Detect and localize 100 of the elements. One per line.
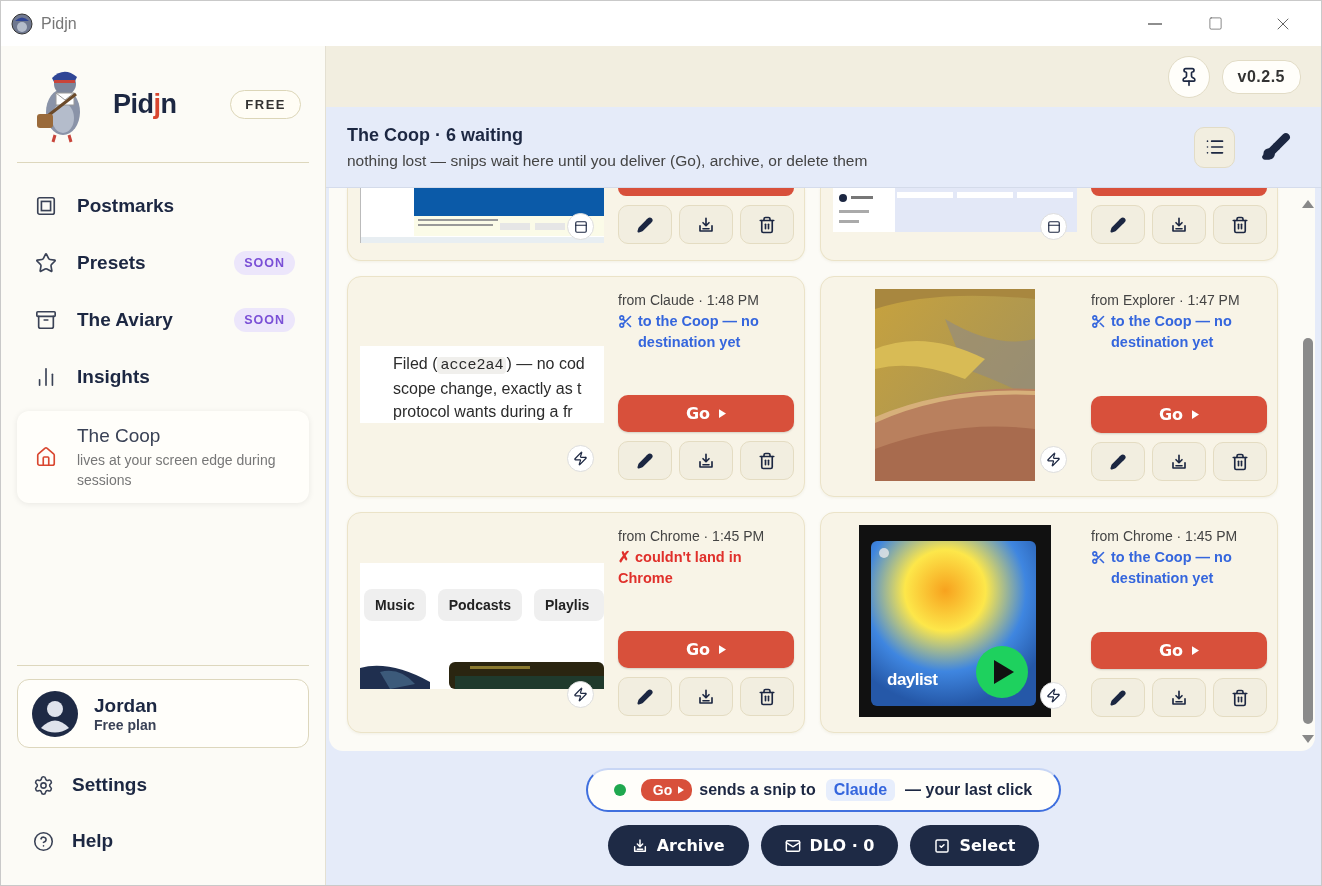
- delete-button[interactable]: [1213, 678, 1267, 717]
- play-icon: [719, 409, 727, 418]
- quick-send-button[interactable]: [567, 445, 594, 472]
- edit-button[interactable]: [1091, 678, 1145, 717]
- download-icon: [697, 451, 715, 470]
- go-badge: Go: [640, 779, 693, 801]
- download-button[interactable]: [679, 205, 733, 244]
- snip-source: from Chrome · 1:45 PM: [1091, 528, 1239, 544]
- nav-description: lives at your screen edge during sessions: [77, 450, 277, 490]
- edit-button[interactable]: [1091, 442, 1145, 481]
- status-dot: [613, 784, 626, 796]
- edit-button[interactable]: [618, 677, 672, 716]
- pencil-icon: [637, 216, 653, 233]
- lightning-icon: [573, 451, 588, 466]
- snip-source: from Claude · 1:48 PM: [618, 292, 760, 308]
- download-button[interactable]: [1152, 678, 1206, 717]
- soon-badge: SOON: [234, 250, 295, 275]
- scrollbar-thumb[interactable]: [1303, 338, 1313, 724]
- status-text: to the Coop — no destination yet: [638, 312, 760, 352]
- scissors-icon: [1091, 314, 1106, 329]
- frame-icon: [35, 194, 57, 217]
- house-icon: [35, 446, 57, 468]
- hint-text: sends a snip to: [699, 781, 816, 799]
- help-icon: [33, 830, 54, 852]
- delete-button[interactable]: [740, 441, 794, 480]
- nav-label: Postmarks: [77, 194, 176, 217]
- user-card[interactable]: Jordan Free plan: [17, 679, 309, 748]
- download-button[interactable]: [679, 677, 733, 716]
- status-text: ✗ couldn't land in Chrome: [618, 549, 742, 586]
- status-text: to the Coop — no destination yet: [1111, 312, 1233, 352]
- list-view-button[interactable]: [1194, 126, 1235, 168]
- pencil-icon: [1110, 453, 1126, 470]
- status-text: to the Coop — no destination yet: [1111, 548, 1233, 588]
- download-icon: [1170, 452, 1188, 471]
- trash-icon: [1231, 452, 1249, 471]
- go-button[interactable]: Go: [1091, 396, 1267, 433]
- category-chip: Podcasts: [437, 588, 522, 621]
- nav-item[interactable]: Insights: [17, 348, 309, 405]
- star-icon: [35, 251, 57, 274]
- go-button[interactable]: Go: [618, 395, 794, 432]
- delete-button[interactable]: [1213, 205, 1267, 244]
- nav-item[interactable]: The Aviary SOON: [17, 291, 309, 348]
- edit-button[interactable]: [618, 441, 672, 480]
- minimize-icon: [1148, 22, 1162, 25]
- nav-item[interactable]: Settings: [17, 757, 309, 813]
- download-icon: [697, 687, 715, 706]
- target-chip: Claude: [825, 779, 896, 801]
- trash-icon: [1231, 688, 1249, 707]
- edit-button[interactable]: [618, 205, 672, 244]
- edit-button[interactable]: [1091, 205, 1145, 244]
- box-icon: [35, 308, 57, 331]
- trash-icon: [758, 451, 776, 470]
- download-icon: [1170, 688, 1188, 707]
- action-button[interactable]: DLO · 0: [760, 825, 899, 866]
- page-subtitle: nothing lost — snips wait here until you deliver (Go), archive, or delete them: [347, 151, 869, 170]
- scroll-down-icon[interactable]: [1302, 735, 1314, 743]
- plan-badge: FREE: [230, 89, 301, 119]
- nav-label: Insights: [77, 365, 151, 388]
- nav-item[interactable]: Postmarks: [17, 177, 309, 234]
- scissors-icon: [1091, 550, 1106, 565]
- nav-item[interactable]: Help: [17, 813, 309, 869]
- nav-label: The Coop: [77, 424, 162, 447]
- delete-button[interactable]: [740, 205, 794, 244]
- soon-badge: SOON: [234, 307, 295, 332]
- broom-icon: [1261, 132, 1291, 162]
- delete-button[interactable]: [740, 677, 794, 716]
- download-icon: [697, 215, 715, 234]
- play-icon: [719, 645, 727, 654]
- version-badge: v0.2.5: [1221, 59, 1301, 94]
- download-button[interactable]: [1152, 205, 1206, 244]
- nav-label: Presets: [77, 251, 147, 274]
- scroll-up-icon[interactable]: [1302, 200, 1314, 208]
- nav-item[interactable]: The Coop lives at your screen edge during sessions: [17, 411, 309, 503]
- settings-icon: [33, 774, 54, 796]
- pencil-icon: [1110, 216, 1126, 233]
- snippet-text: scope change, exactly as t: [393, 379, 583, 399]
- go-button[interactable]: Go: [618, 631, 794, 668]
- action-button[interactable]: Select: [910, 825, 1040, 866]
- nav-item[interactable]: Presets SOON: [17, 234, 309, 291]
- download-icon: [631, 837, 648, 854]
- hint-text: — your last click: [905, 781, 1033, 799]
- nav-label: Help: [72, 830, 114, 852]
- delete-button[interactable]: [1213, 442, 1267, 481]
- snippet-text: Filed ( acce2a4 ) — no cod: [393, 354, 586, 376]
- user-plan: Free plan: [94, 716, 158, 733]
- go-button[interactable]: Go: [1091, 632, 1267, 669]
- user-name: Jordan: [94, 694, 158, 717]
- window-icon: [1046, 219, 1061, 234]
- scissors-icon: [618, 314, 633, 329]
- snip-source: from Chrome · 1:45 PM: [618, 528, 766, 544]
- action-button[interactable]: Archive: [607, 825, 749, 866]
- avatar-icon: [32, 690, 78, 737]
- play-icon: [1192, 410, 1200, 419]
- lightning-icon: [1046, 452, 1061, 467]
- download-button[interactable]: [679, 441, 733, 480]
- quick-send-button[interactable]: [1040, 446, 1067, 473]
- clear-button[interactable]: [1261, 132, 1291, 162]
- trash-icon: [1231, 215, 1249, 234]
- brand-name: Pidjn: [113, 88, 178, 120]
- download-button[interactable]: [1152, 442, 1206, 481]
